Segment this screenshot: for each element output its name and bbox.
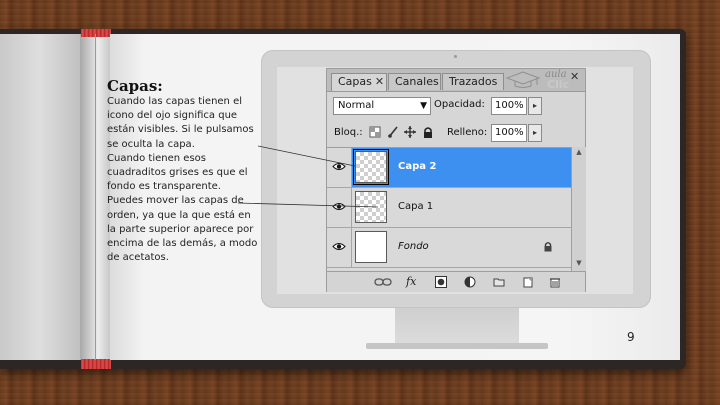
adjustment-icon[interactable] [464,276,476,288]
panel-close-icon[interactable]: ✕ [570,70,579,83]
scroll-up-arrow-icon[interactable]: ▲ [572,148,586,158]
text-line: están visibles. Si le pulsamos [107,124,254,136]
bookmark-ribbon-top [81,29,111,37]
layer-row-capa-1[interactable]: Capa 1 [327,188,571,228]
eye-icon[interactable] [332,202,346,211]
tab-label: Capas [338,75,372,88]
layer-list-scrollbar[interactable]: ▲ ▼ [571,147,586,271]
text-line: orden, ya que la que está en [107,209,251,221]
close-icon[interactable]: ✕ [375,75,384,88]
text-line: fondo es transparente. [107,181,221,193]
tab-trazados[interactable]: Trazados [442,73,504,90]
text-line: icono del ojo significa que [107,110,238,122]
fill-field[interactable]: 100% [491,124,527,142]
new-layer-icon[interactable] [522,276,534,288]
monitor-base [366,343,548,349]
panel-tab-bar: Capas ✕ Canales Trazados aula Clic ✕ [327,69,585,92]
text-line: Cuando las capas tienen el [107,96,243,107]
page-stitch-line [95,34,96,360]
lock-icon [544,242,552,252]
mask-icon[interactable] [435,276,447,288]
monitor-stand [395,308,519,344]
blend-mode-select[interactable]: Normal ▼ [333,97,431,115]
layer-thumbnail[interactable] [355,231,387,263]
tab-capas[interactable]: Capas ✕ [331,73,387,91]
lock-transparency-icon[interactable] [369,126,381,138]
blend-mode-value: Normal [338,100,375,111]
page-title: Capas: [107,77,163,95]
layer-name[interactable]: Capa 2 [398,161,436,172]
layer-name[interactable]: Fondo [398,241,429,252]
layer-thumbnail[interactable] [355,191,387,223]
dropdown-arrow-icon: ▼ [420,101,427,111]
aulaclic-watermark: aula Clic [503,69,570,91]
fill-stepper-button[interactable]: ▸ [528,124,542,142]
visibility-toggle[interactable] [327,148,352,187]
bookmark-ribbon-bottom [81,359,111,369]
visibility-toggle[interactable] [327,188,352,227]
lock-label: Bloq.: [334,127,363,138]
text-line: de acetatos. [107,252,169,264]
opacity-stepper-button[interactable]: ▸ [528,97,542,115]
tab-label: Trazados [449,75,498,88]
text-line: Cuando tienen esos [107,152,206,164]
opacity-label: Opacidad: [434,99,485,110]
layer-row-capa-2[interactable]: Capa 2 [327,148,571,188]
opacity-field[interactable]: 100% [491,97,527,115]
tab-canales[interactable]: Canales [388,73,441,90]
text-line: encima de las demás, a modo [107,238,258,250]
layer-list: Capa 2 Capa 1 Fondo [327,147,571,272]
text-line: cuadraditos grises es que el [107,167,248,179]
page-number: 9 [627,330,635,344]
trash-icon[interactable] [549,276,561,288]
lock-brush-icon[interactable] [387,126,399,138]
mortarboard-icon [505,71,541,88]
layers-panel: Capas ✕ Canales Trazados aula Clic ✕ Norm… [326,68,586,292]
fx-icon[interactable]: fx [406,276,426,288]
layer-thumbnail[interactable] [353,149,389,185]
layer-row-fondo[interactable]: Fondo [327,228,571,268]
scroll-down-arrow-icon[interactable]: ▼ [572,259,586,269]
explanation-text: Cuando las capas tienen el icono del ojo… [107,95,257,265]
link-icon[interactable] [374,276,392,288]
text-line: la parte superior aparece por [107,223,254,235]
monitor-camera [454,55,457,58]
lock-move-icon[interactable] [404,126,416,138]
panel-footer: fx [327,271,585,292]
watermark-text: Clic [547,78,570,91]
layer-name[interactable]: Capa 1 [398,201,433,212]
text-line: se oculta la capa. [107,138,195,150]
lock-all-icon[interactable] [422,126,434,138]
tab-label: Canales [395,75,439,88]
fill-label: Relleno: [447,127,488,138]
group-icon[interactable] [493,276,505,288]
eye-icon[interactable] [332,242,346,251]
eye-icon[interactable] [332,162,346,171]
text-line: Puedes mover las capas de [107,195,244,207]
visibility-toggle[interactable] [327,228,352,267]
